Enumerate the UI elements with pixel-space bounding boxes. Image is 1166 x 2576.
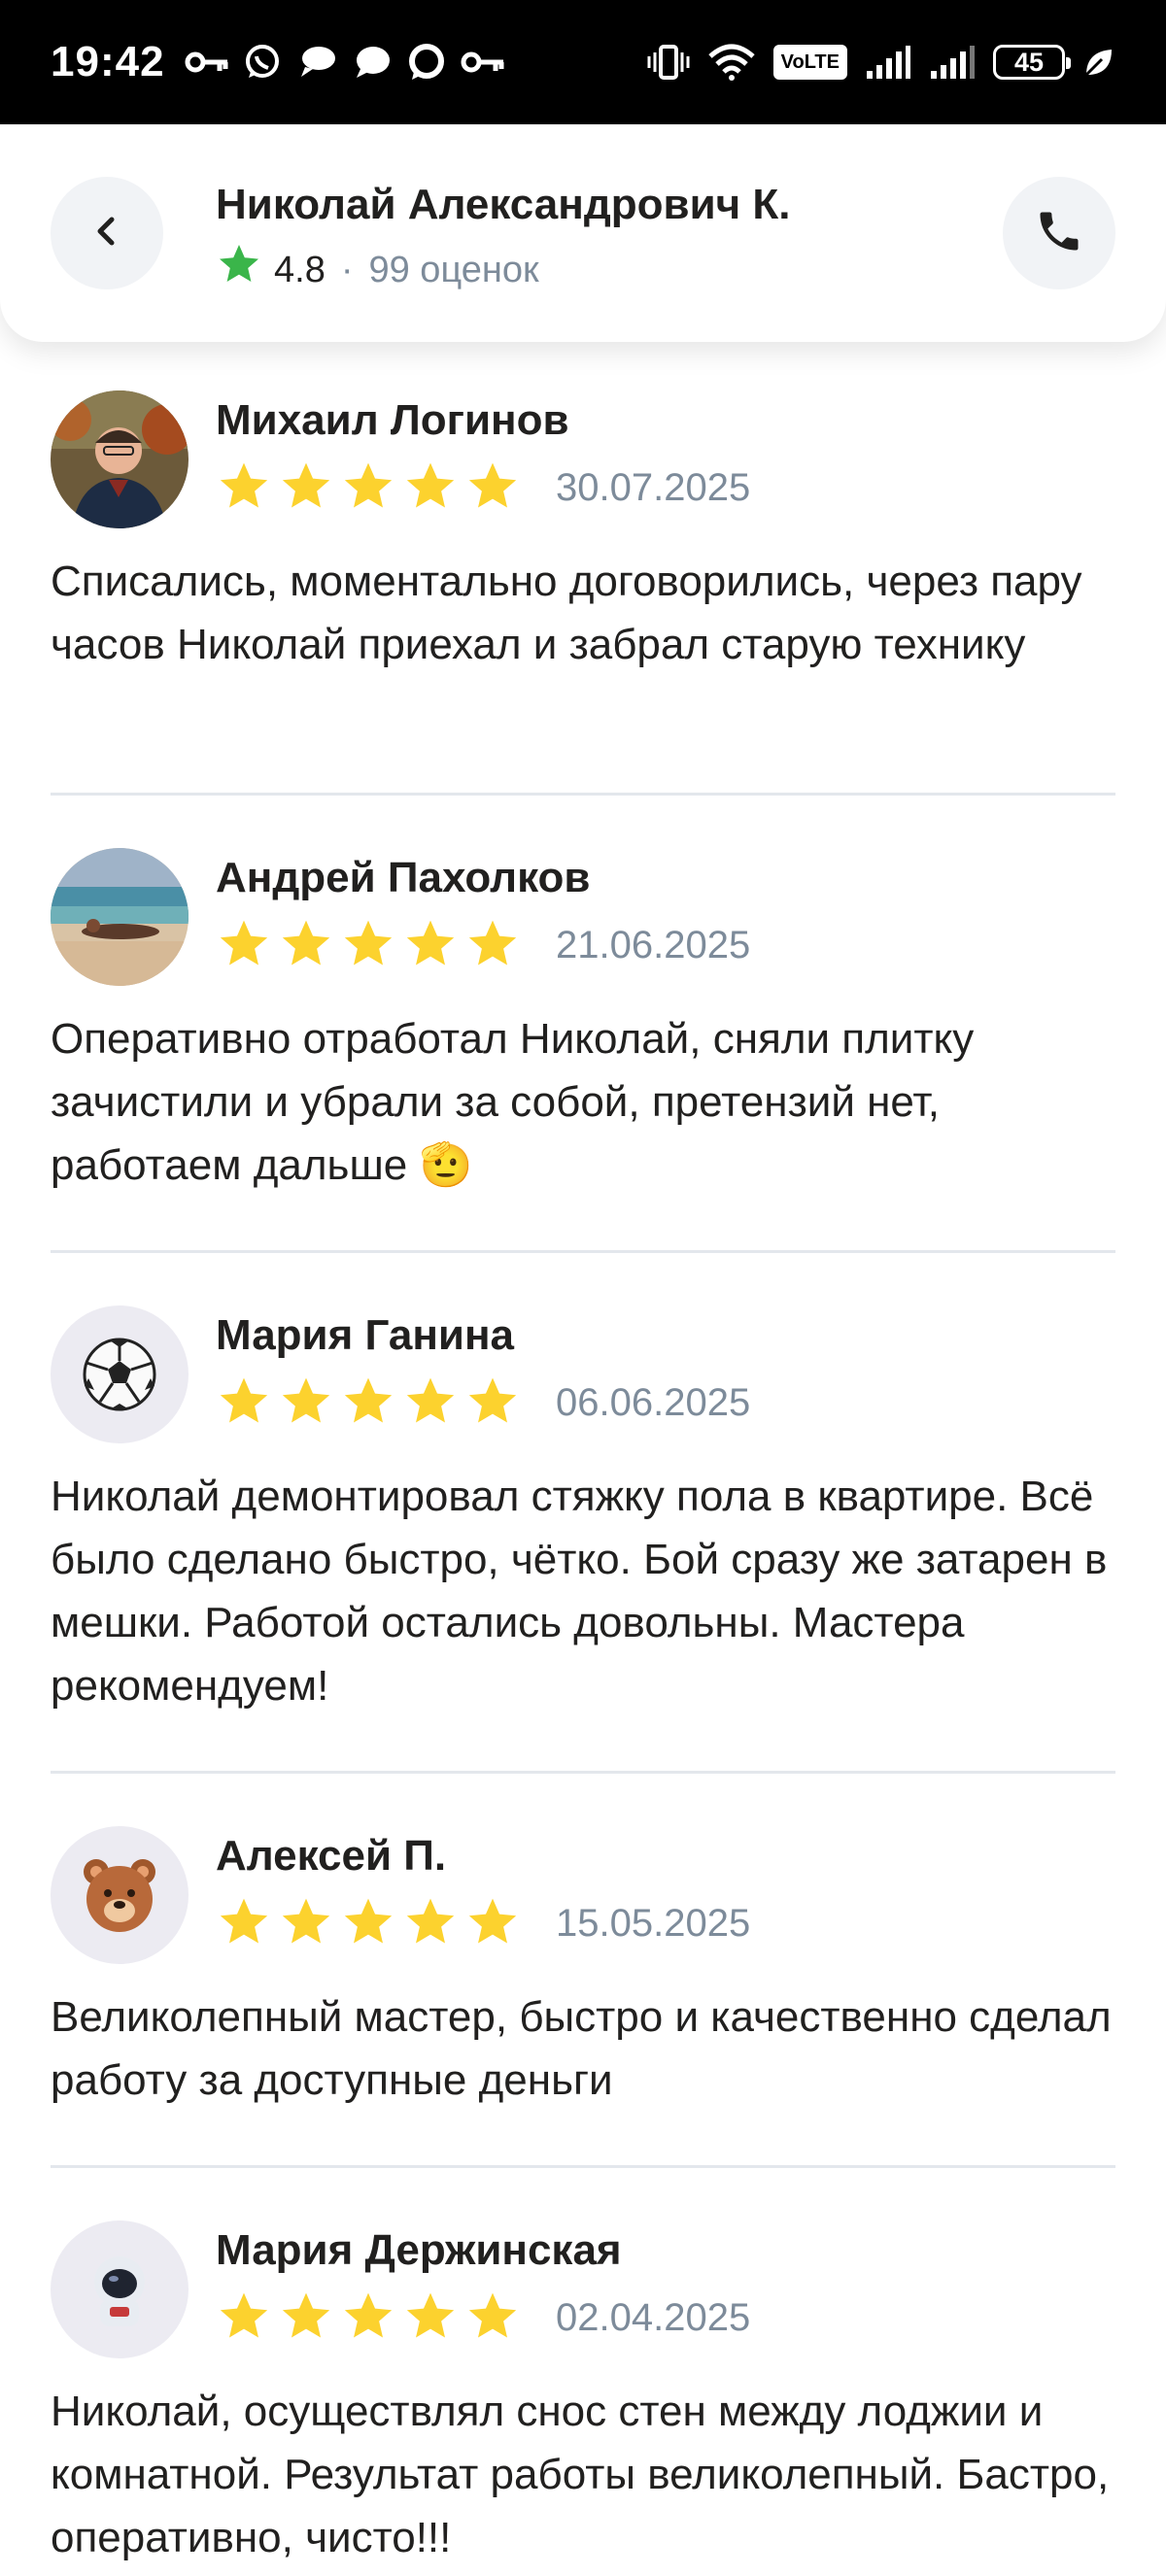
signal-icon-sim1 (865, 44, 911, 81)
star-icon (216, 460, 272, 520)
review-author: Мария Держинская (216, 2226, 622, 2274)
review-text: Николай, осуществлял снос стен между лод… (51, 2388, 1110, 2561)
back-button[interactable] (51, 177, 163, 289)
soccer-ball-icon (83, 1338, 156, 1411)
rating-separator: · (340, 249, 354, 290)
vpn-key-icon (461, 48, 505, 77)
star-icon (216, 1896, 272, 1955)
review-text: Оперативно отработал Николай, сняли плит… (51, 1015, 975, 1189)
review-divider (51, 793, 1115, 796)
star-icon (216, 918, 272, 977)
review-divider (51, 1250, 1115, 1253)
star-icon (278, 460, 334, 520)
leaf-icon (1082, 46, 1115, 79)
star-icon (464, 1375, 521, 1435)
ratings-count[interactable]: 99 оценок (368, 250, 538, 291)
star-icon (340, 1375, 396, 1435)
review-date: 30.07.2025 (556, 466, 751, 509)
review-stars (216, 2290, 521, 2350)
star-icon (216, 1375, 272, 1435)
star-icon (402, 460, 459, 520)
review-text: Великолепный мастер, быстро и качественн… (51, 1993, 1112, 2104)
review-text: Списались, моментально договорились, чер… (51, 558, 1082, 668)
review-text: Николай демонтировал стяжку пола в кварт… (51, 1473, 1108, 1710)
review-author: Мария Ганина (216, 1311, 514, 1359)
review-date: 02.04.2025 (556, 2296, 751, 2339)
whatsapp-icon (243, 43, 282, 82)
review-divider (51, 1771, 1115, 1774)
master-name: Николай Александрович К. (216, 181, 791, 228)
vibrate-icon (647, 43, 690, 82)
status-bar: 19:42 VoLTE 45 (0, 0, 1166, 124)
key-icon (185, 48, 229, 77)
rating-summary: 4.8 · 99 оценок (216, 243, 791, 297)
star-icon (402, 2290, 459, 2350)
avatar (51, 1826, 189, 1964)
review-date: 15.05.2025 (556, 1902, 751, 1945)
avatar (51, 848, 189, 986)
star-icon (340, 460, 396, 520)
review-author: Алексей П. (216, 1832, 447, 1880)
profile-header: Николай Александрович К. 4.8 · 99 оценок (0, 124, 1166, 342)
review-stars (216, 918, 521, 977)
star-icon (278, 1896, 334, 1955)
chat-bubbles-icon (295, 44, 338, 81)
volte-badge: VoLTE (772, 45, 847, 80)
review-date: 06.06.2025 (556, 1381, 751, 1424)
review-stars (216, 460, 521, 520)
battery-indicator: 45 (993, 45, 1071, 80)
star-icon (216, 2290, 272, 2350)
star-icon (340, 1896, 396, 1955)
review-author: Михаил Логинов (216, 396, 569, 444)
avatar (51, 390, 189, 528)
star-icon (402, 1375, 459, 1435)
star-icon (402, 918, 459, 977)
review-stars (216, 1896, 521, 1955)
signal-icon-sim2 (929, 44, 976, 81)
star-icon (278, 2290, 334, 2350)
star-icon (402, 1896, 459, 1955)
rating-value: 4.8 (274, 249, 326, 290)
avatar (51, 2220, 189, 2358)
message-icon (352, 44, 393, 81)
star-icon (278, 918, 334, 977)
wifi-icon (707, 43, 756, 82)
chevron-left-icon (87, 212, 126, 255)
review-date: 21.06.2025 (556, 924, 751, 966)
star-icon (464, 918, 521, 977)
review-author: Андрей Пахолков (216, 854, 591, 901)
status-time: 19:42 (51, 38, 165, 85)
review-stars (216, 1375, 521, 1435)
star-icon (464, 2290, 521, 2350)
review-divider (51, 2165, 1115, 2168)
star-icon (340, 918, 396, 977)
call-button[interactable] (1003, 177, 1115, 289)
star-icon (464, 1896, 521, 1955)
bear-icon (84, 1859, 155, 1932)
star-icon (216, 243, 262, 297)
phone-icon (1034, 206, 1084, 261)
messenger-icon (406, 43, 447, 82)
astronaut-icon (94, 2256, 145, 2326)
star-icon (464, 460, 521, 520)
star-icon (278, 1375, 334, 1435)
star-icon (340, 2290, 396, 2350)
avatar (51, 1305, 189, 1443)
